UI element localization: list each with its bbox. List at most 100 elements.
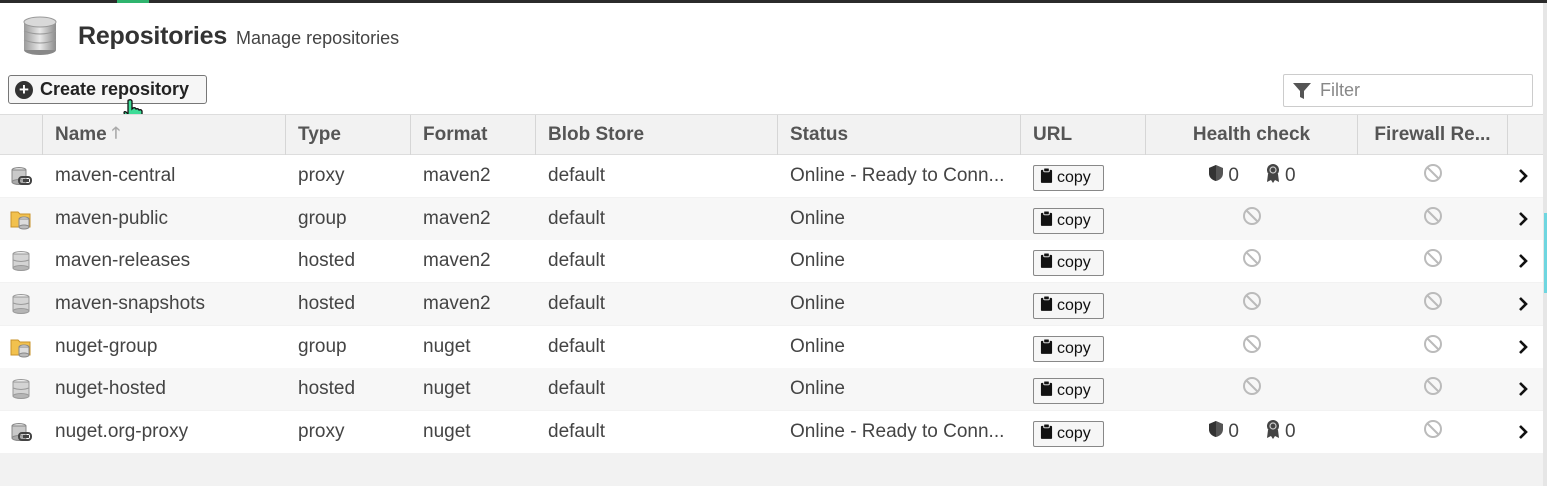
filter-input[interactable] xyxy=(1320,80,1520,101)
copy-url-button[interactable]: copy xyxy=(1033,336,1104,362)
status-text: Online xyxy=(790,250,845,271)
header-name[interactable]: Name 🡑 xyxy=(43,115,286,155)
firewall-disabled-icon[interactable] xyxy=(1423,206,1443,232)
table-row[interactable]: maven-releases hosted maven2 default Online c… xyxy=(0,240,1543,282)
header-firewall[interactable]: Firewall Re... xyxy=(1358,115,1508,155)
copy-label: copy xyxy=(1057,169,1091,186)
chevron-right-icon[interactable] xyxy=(1513,251,1533,271)
table-row[interactable]: maven-snapshots hosted maven2 default Online… xyxy=(0,283,1543,325)
page-scrollbar[interactable] xyxy=(1543,3,1547,486)
chevron-right-icon[interactable] xyxy=(1513,379,1533,399)
health-check-metrics[interactable]: 00 xyxy=(1208,163,1296,189)
firewall-disabled-icon[interactable] xyxy=(1423,419,1443,445)
copy-url-button[interactable]: copy xyxy=(1033,421,1104,447)
page-title: Repositories xyxy=(78,21,228,50)
create-repository-label: Create repository xyxy=(40,79,190,99)
copy-url-button[interactable]: copy xyxy=(1033,250,1104,276)
copy-url-button[interactable]: copy xyxy=(1033,378,1104,404)
health-check-disabled-icon[interactable] xyxy=(1242,376,1262,402)
sort-ascending-icon: 🡑 xyxy=(111,124,121,142)
grid-header: Name 🡑 Type Format Blob Store Status URL … xyxy=(0,114,1543,155)
health-check-disabled-icon[interactable] xyxy=(1242,291,1262,317)
status-text: Online xyxy=(790,336,845,357)
copy-label: copy xyxy=(1057,425,1091,442)
cell-format: nuget xyxy=(423,336,471,357)
cell-format: maven2 xyxy=(423,165,491,186)
security-issues-count: 0 xyxy=(1228,165,1239,186)
clipboard-icon xyxy=(1040,167,1057,189)
health-check-disabled-icon[interactable] xyxy=(1242,206,1262,232)
cell-type: hosted xyxy=(298,293,356,314)
cell-name: nuget-hosted xyxy=(55,378,166,399)
health-check-disabled-icon[interactable] xyxy=(1242,334,1262,360)
header-format[interactable]: Format xyxy=(411,115,536,155)
chevron-right-icon[interactable] xyxy=(1513,337,1533,357)
cell-status: Online - Ready to Conn... xyxy=(778,155,1021,197)
firewall-disabled-icon[interactable] xyxy=(1423,248,1443,274)
copy-url-button[interactable]: copy xyxy=(1033,208,1104,234)
header-status[interactable]: Status xyxy=(778,115,1021,155)
proxy-repo-icon xyxy=(10,165,32,187)
cell-format: maven2 xyxy=(423,293,491,314)
cell-status: Online xyxy=(778,326,1021,368)
firewall-disabled-icon[interactable] xyxy=(1423,291,1443,317)
status-text: Online - Ready to Conn... xyxy=(790,165,1005,186)
status-text: Online xyxy=(790,208,845,229)
license-ribbon-icon xyxy=(1265,419,1281,445)
chevron-right-icon[interactable] xyxy=(1513,166,1533,186)
cell-health-check: 00 xyxy=(1146,155,1358,197)
cell-type: hosted xyxy=(298,250,356,271)
cell-health-check xyxy=(1146,283,1358,325)
header-type-label: Type xyxy=(298,124,341,145)
header-blob-store[interactable]: Blob Store xyxy=(536,115,778,155)
table-row[interactable]: maven-central proxy maven2 default Online - … xyxy=(0,155,1543,197)
cell-status: Online xyxy=(778,240,1021,282)
group-repo-icon xyxy=(10,336,32,358)
chevron-right-icon[interactable] xyxy=(1513,422,1533,442)
chevron-right-icon[interactable] xyxy=(1513,294,1533,314)
cell-name: maven-releases xyxy=(55,250,191,271)
health-check-metrics[interactable]: 00 xyxy=(1208,419,1296,445)
clipboard-icon xyxy=(1040,423,1057,445)
header-url[interactable]: URL xyxy=(1021,115,1146,155)
filter-box[interactable] xyxy=(1283,74,1533,107)
create-repository-button[interactable]: + Create repository xyxy=(8,75,207,104)
license-ribbon-icon xyxy=(1265,163,1281,189)
group-repo-icon xyxy=(10,208,32,230)
cell-name: maven-central xyxy=(55,165,176,186)
cell-health-check xyxy=(1146,368,1358,410)
firewall-disabled-icon[interactable] xyxy=(1423,334,1443,360)
cell-format: nuget xyxy=(423,421,471,442)
cell-blob-store: default xyxy=(548,421,606,442)
copy-url-button[interactable]: copy xyxy=(1033,165,1104,191)
cell-blob-store: default xyxy=(548,293,606,314)
firewall-disabled-icon[interactable] xyxy=(1423,163,1443,189)
cell-firewall xyxy=(1358,326,1508,368)
clipboard-icon xyxy=(1040,210,1057,232)
table-row[interactable]: maven-public group maven2 default Online copy xyxy=(0,198,1543,240)
table-row[interactable]: nuget.org-proxy proxy nuget default Online -… xyxy=(0,411,1543,453)
header-type[interactable]: Type xyxy=(286,115,411,155)
plus-circle-icon: + xyxy=(15,80,33,99)
grid-empty-area xyxy=(0,454,1543,486)
cell-blob-store: default xyxy=(548,208,606,229)
health-check-disabled-icon[interactable] xyxy=(1242,248,1262,274)
chevron-right-icon[interactable] xyxy=(1513,209,1533,229)
firewall-disabled-icon[interactable] xyxy=(1423,376,1443,402)
cell-url: copy xyxy=(1021,326,1146,368)
cell-health-check: 00 xyxy=(1146,411,1358,453)
cell-url: copy xyxy=(1021,411,1146,453)
copy-url-button[interactable]: copy xyxy=(1033,293,1104,319)
table-row[interactable]: nuget-hosted hosted nuget default Online copy xyxy=(0,368,1543,410)
cell-status: Online xyxy=(778,368,1021,410)
security-issues-count: 0 xyxy=(1228,421,1239,442)
table-row[interactable]: nuget-group group nuget default Online copy xyxy=(0,326,1543,368)
license-issues-count: 0 xyxy=(1285,421,1296,442)
cell-firewall xyxy=(1358,283,1508,325)
clipboard-icon xyxy=(1040,338,1057,360)
cell-name: nuget-group xyxy=(55,336,158,357)
hosted-repo-icon xyxy=(10,250,32,272)
header-health-check[interactable]: Health check xyxy=(1146,115,1358,155)
cell-url: copy xyxy=(1021,368,1146,410)
cell-type: proxy xyxy=(298,165,345,186)
